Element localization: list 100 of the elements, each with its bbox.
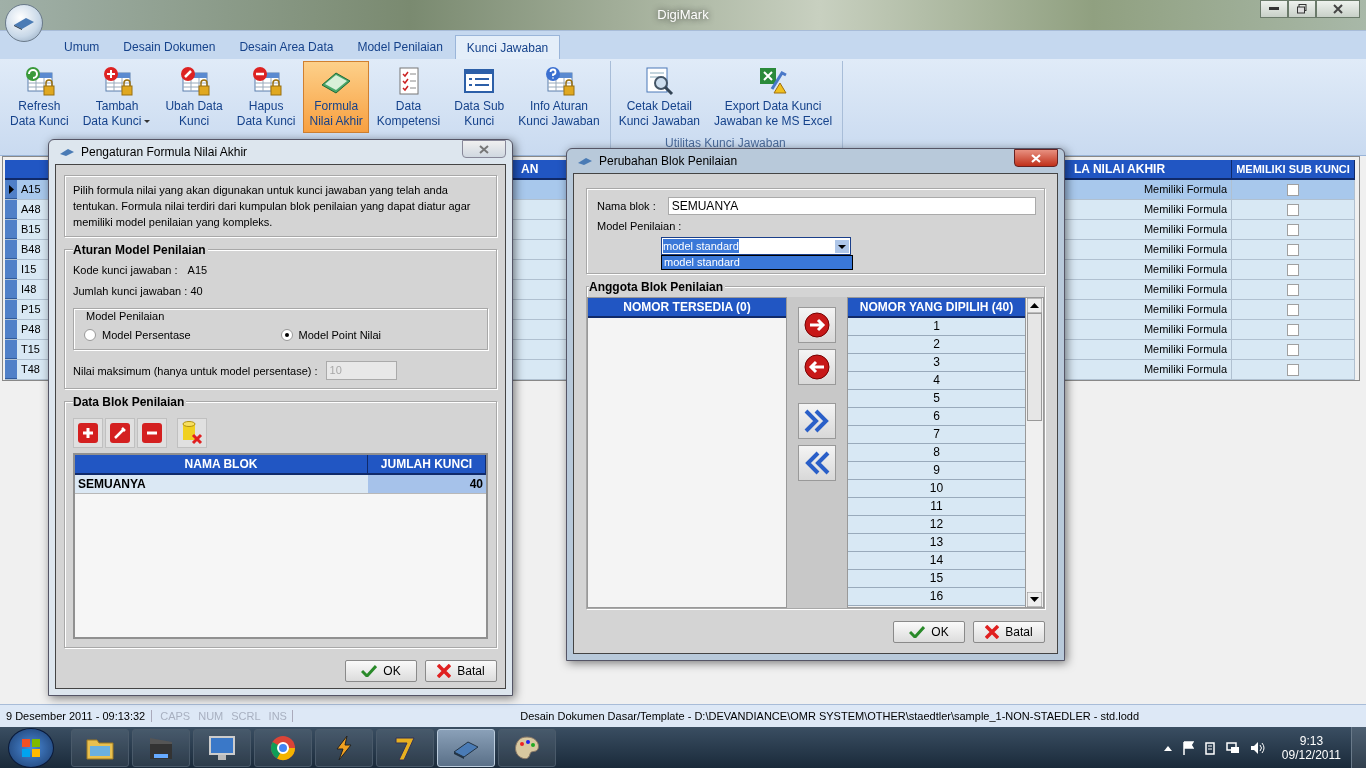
checkbox[interactable] xyxy=(1287,363,1299,376)
checkbox[interactable] xyxy=(1287,223,1299,236)
group-title: Model Penilaian xyxy=(84,310,167,322)
field-label: Kode kunci jawaban : xyxy=(73,264,178,276)
column-header: MEMILIKI SUB KUNCI xyxy=(1232,160,1355,178)
dropdown[interactable]: model standard xyxy=(661,237,851,255)
delete-database-button[interactable] xyxy=(177,418,207,448)
list-item[interactable]: 6 xyxy=(848,408,1025,426)
edit-button[interactable] xyxy=(105,418,135,448)
checkbox[interactable] xyxy=(1287,203,1299,216)
list-item[interactable]: 9 xyxy=(848,462,1025,480)
clock[interactable]: 9:13 09/12/2011 xyxy=(1281,733,1341,762)
list-item[interactable]: 12 xyxy=(848,516,1025,534)
ribbon-button[interactable]: Cetak Detail Kunci Jawaban xyxy=(612,61,707,133)
ribbon-tab[interactable]: Desain Area Data xyxy=(227,35,346,59)
ok-button[interactable]: OK xyxy=(345,660,417,682)
radio-option[interactable]: Model Persentase xyxy=(84,329,281,341)
speaker-icon[interactable] xyxy=(1249,740,1266,755)
list-item[interactable]: 15 xyxy=(848,570,1025,588)
row-pointer-icon xyxy=(8,184,14,194)
maximize-button[interactable] xyxy=(1288,0,1316,18)
move-all-left-button[interactable] xyxy=(798,445,836,481)
checkbox[interactable] xyxy=(1287,263,1299,276)
ribbon-tab[interactable]: Umum xyxy=(52,35,112,59)
list-item[interactable]: 14 xyxy=(848,552,1025,570)
dropdown-option[interactable]: model standard xyxy=(662,256,852,269)
list-item[interactable]: 16 xyxy=(848,588,1025,606)
list-item[interactable]: 11 xyxy=(848,498,1025,516)
ribbon-button[interactable]: Hapus Data Kunci xyxy=(230,61,302,133)
device-icon[interactable] xyxy=(1203,740,1216,755)
table-cell: 40 xyxy=(368,475,486,493)
close-icon xyxy=(479,144,489,154)
list-item[interactable]: 5 xyxy=(848,390,1025,408)
taskbar-app[interactable] xyxy=(315,728,373,767)
cancel-button[interactable]: Batal xyxy=(973,621,1045,643)
ribbon-group-label: Utilitas Kunci Jawaban xyxy=(665,136,786,150)
field-value: A15 xyxy=(187,264,208,276)
key-indicator: CAPS xyxy=(160,710,191,722)
scrollbar[interactable] xyxy=(1025,298,1043,607)
ribbon-button[interactable]: Tambah Data Kunci xyxy=(76,61,158,133)
ribbon-button[interactable]: Data Kompetensi xyxy=(370,61,447,133)
tray-expand-icon[interactable] xyxy=(1163,744,1172,751)
minimize-button[interactable] xyxy=(1260,0,1288,18)
list-item[interactable]: 3 xyxy=(848,354,1025,372)
table-cell: Memiliki Formula xyxy=(1070,180,1232,199)
taskbar-app[interactable] xyxy=(376,728,434,767)
network-icon[interactable] xyxy=(1225,740,1240,755)
key-indicator: NUM xyxy=(198,710,224,722)
list-item[interactable]: 8 xyxy=(848,444,1025,462)
show-desktop-button[interactable] xyxy=(1351,727,1366,768)
close-icon xyxy=(1333,4,1343,14)
taskbar-app[interactable] xyxy=(254,728,312,767)
list-item[interactable]: 2 xyxy=(848,336,1025,354)
checkbox[interactable] xyxy=(1287,303,1299,316)
close-button[interactable] xyxy=(1316,0,1360,18)
ribbon-button[interactable]: Formula Nilai Akhir xyxy=(303,61,369,133)
remove-button[interactable] xyxy=(137,418,167,448)
checkbox[interactable] xyxy=(1287,183,1299,196)
list-item[interactable]: 1 xyxy=(848,318,1025,336)
ribbon-button[interactable]: Export Data Kunci Jawaban ke MS Excel xyxy=(708,61,839,133)
group-title: Data Blok Penilaian xyxy=(73,395,187,409)
app-menu-button[interactable] xyxy=(5,4,43,42)
checkbox[interactable] xyxy=(1287,243,1299,256)
input-field[interactable]: SEMUANYA xyxy=(667,197,1036,215)
table-cell: SEMUANYA xyxy=(75,475,368,493)
ok-button[interactable]: OK xyxy=(893,621,965,643)
start-button[interactable] xyxy=(8,727,54,768)
list-item[interactable]: 10 xyxy=(848,480,1025,498)
cancel-button[interactable]: Batal xyxy=(425,660,497,682)
taskbar-app[interactable] xyxy=(193,728,251,767)
flag-icon[interactable] xyxy=(1181,740,1194,755)
minus-icon xyxy=(142,423,162,443)
ribbon-button[interactable]: Info Aturan Kunci Jawaban xyxy=(512,61,606,133)
ribbon-button[interactable]: Ubah Data Kunci xyxy=(159,61,229,133)
list-item[interactable]: 4 xyxy=(848,372,1025,390)
taskbar-app[interactable] xyxy=(71,728,129,767)
move-all-right-button[interactable] xyxy=(798,403,836,439)
radio-option[interactable]: Model Point Nilai xyxy=(280,329,477,341)
list-item[interactable]: 7 xyxy=(848,426,1025,444)
move-right-button[interactable] xyxy=(798,307,836,343)
ribbon-tab[interactable]: Desain Dokumen xyxy=(111,35,228,59)
ribbon-button[interactable]: Refresh Data Kunci xyxy=(4,61,75,133)
list-item[interactable]: 13 xyxy=(848,534,1025,552)
checkbox[interactable] xyxy=(1287,283,1299,296)
add-button[interactable] xyxy=(73,418,103,448)
move-left-button[interactable] xyxy=(798,349,836,385)
checkbox[interactable] xyxy=(1287,343,1299,356)
double-chevron-left-icon xyxy=(803,450,831,476)
ribbon-tab[interactable]: Model Penilaian xyxy=(345,35,455,59)
row-header[interactable] xyxy=(5,180,17,199)
ribbon-button[interactable]: Data Sub Kunci xyxy=(448,61,511,133)
table-cell: Memiliki Formula xyxy=(1070,260,1232,279)
taskbar-app[interactable] xyxy=(498,728,556,767)
checkbox[interactable] xyxy=(1287,323,1299,336)
taskbar-app[interactable] xyxy=(132,728,190,767)
window-title: DigiMark xyxy=(657,7,709,22)
close-button[interactable] xyxy=(1014,149,1058,167)
ribbon-tab[interactable]: Kunci Jawaban xyxy=(454,35,561,59)
table-cell: Memiliki Formula xyxy=(1070,300,1232,319)
field-label: Nilai maksimum (hanya untuk model persentase) : xyxy=(73,364,318,377)
